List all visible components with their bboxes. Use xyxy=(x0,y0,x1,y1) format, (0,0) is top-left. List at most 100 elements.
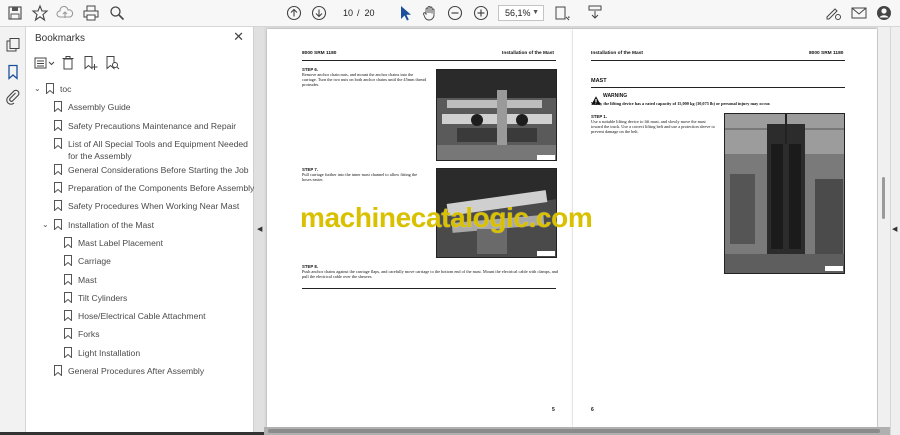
page-number: 5 xyxy=(552,407,555,413)
page-separator: / xyxy=(357,8,360,18)
section-rule xyxy=(591,87,845,88)
attachment-icon[interactable] xyxy=(5,89,21,105)
page-total: 20 xyxy=(364,8,375,18)
bookmark-panel-icon[interactable] xyxy=(5,64,21,80)
step-1-text: Use a suitable lifting device to lift ma… xyxy=(591,119,715,134)
bookmark-label: Hose/Electrical Cable Attachment xyxy=(78,311,206,321)
step-8-text: Push anchor chains against the carriage … xyxy=(302,269,558,279)
vertical-scroll-thumb[interactable] xyxy=(882,177,885,219)
find-bookmark-icon[interactable] xyxy=(104,55,120,71)
delete-icon[interactable] xyxy=(60,55,76,71)
bookmark-label: Installation of the Mast xyxy=(68,220,154,230)
bookmark-label: List of All Special Tools and Equipment … xyxy=(68,139,248,149)
bookmark-icon xyxy=(64,274,72,285)
warning-text: Verify the lifting device has a rated ca… xyxy=(591,101,771,106)
sign-icon[interactable] xyxy=(824,4,842,22)
section-title: MAST xyxy=(591,78,607,84)
account-icon[interactable] xyxy=(875,4,893,22)
print-icon[interactable] xyxy=(82,4,100,22)
hand-icon[interactable] xyxy=(421,4,439,22)
bookmark-icon xyxy=(54,164,62,175)
bookmark-label: Light Installation xyxy=(78,348,141,358)
bookmark-label: General Considerations Before Starting t… xyxy=(68,165,249,175)
step-7: STEP 7. Pull carriage further into the i… xyxy=(302,167,427,182)
collapse-panel-icon[interactable]: ◀ xyxy=(257,225,262,233)
close-icon[interactable]: ✕ xyxy=(233,30,244,45)
bookmark-icon xyxy=(54,101,62,112)
pages-thumbnails-icon[interactable] xyxy=(5,37,21,53)
bookmark-icon xyxy=(54,138,62,149)
footer-rule xyxy=(302,288,556,289)
step-1: STEP 1. Use a suitable lifting device to… xyxy=(591,114,715,134)
bookmark-icon xyxy=(64,292,72,303)
zoom-in-icon[interactable] xyxy=(472,4,490,22)
bookmark-icon xyxy=(64,255,72,266)
page-header-right: 8000 SRM 1180 xyxy=(809,51,844,56)
bookmark-label: Assembly Guide xyxy=(68,102,131,112)
bookmark-label: General Procedures After Assembly xyxy=(68,366,205,376)
page-number-input[interactable]: 10 xyxy=(337,5,359,21)
step-8: STEP 8. Push anchor chains against the c… xyxy=(302,264,558,279)
page-number: 6 xyxy=(591,407,594,413)
zoom-out-icon[interactable] xyxy=(446,4,464,22)
bookmark-label: Carriage xyxy=(78,256,111,266)
bookmark-label: Safety Procedures When Working Near Mast xyxy=(68,201,240,211)
page-header-left: Installation of the Mast xyxy=(591,51,643,56)
bookmark-label: Tilt Cylinders xyxy=(78,293,128,303)
select-cursor-icon[interactable] xyxy=(396,4,414,22)
bookmark-label: Safety Precautions Maintenance and Repai… xyxy=(68,121,237,131)
save-icon[interactable] xyxy=(6,4,24,22)
cloud-upload-icon[interactable] xyxy=(56,4,74,22)
page-count: / 20 xyxy=(357,5,375,21)
expand-right-panel-icon[interactable]: ◀ xyxy=(892,225,897,233)
panel-title: Bookmarks xyxy=(35,33,86,44)
page-header-left: 8000 SRM 1180 xyxy=(302,51,337,56)
bookmark-icon xyxy=(64,310,72,321)
bookmarks-panel: Bookmarks ✕ ⌄ toc Assembly Guide Safety … xyxy=(26,27,254,435)
bookmark-icon xyxy=(54,182,62,193)
left-rail xyxy=(0,27,26,435)
chevron-down-icon[interactable]: ⌄ xyxy=(34,83,41,95)
new-bookmark-icon[interactable] xyxy=(82,55,98,71)
header-rule xyxy=(302,60,556,61)
bookmark-label: Mast Label Placement xyxy=(78,238,164,248)
step-6-text: Remove anchor chain nuts, and mount the … xyxy=(302,72,427,87)
bookmark-icon xyxy=(54,365,62,376)
bookmark-label: toc xyxy=(60,84,72,94)
bookmark-icon xyxy=(54,120,62,131)
bookmark-label: Forks xyxy=(78,329,100,339)
bookmark-label: Preparation of the Components Before Ass… xyxy=(68,183,255,193)
mail-icon[interactable] xyxy=(850,4,868,22)
bookmark-icon xyxy=(64,237,72,248)
page-header-right: Installation of the Mast xyxy=(502,51,554,56)
warning-icon xyxy=(591,92,601,105)
page-down-icon[interactable] xyxy=(310,4,328,22)
bookmark-icon xyxy=(64,347,72,358)
horizontal-scroll-thumb[interactable] xyxy=(268,429,880,433)
vertical-scrollbar[interactable] xyxy=(878,27,890,427)
header-rule xyxy=(591,60,845,61)
step-7-text: Pull carriage further into the inner mas… xyxy=(302,172,418,182)
toolbar: 10 / 20 56,1% ▼ xyxy=(0,0,900,27)
zoom-select[interactable]: 56,1% ▼ xyxy=(498,5,544,21)
step-6: STEP 6. Remove anchor chain nuts, and mo… xyxy=(302,67,427,87)
page-right: Installation of the Mast 8000 SRM 1180 M… xyxy=(573,29,877,427)
chevron-down-icon[interactable]: ⌄ xyxy=(42,219,49,231)
options-menu-icon[interactable] xyxy=(34,55,56,71)
watermark: machinecatalogic.com xyxy=(300,202,593,233)
photo-anchor-chains xyxy=(436,69,557,161)
zoom-value: 56,1% xyxy=(505,8,531,18)
star-icon[interactable] xyxy=(31,4,49,22)
chevron-down-icon: ▼ xyxy=(532,9,539,16)
bookmark-icon xyxy=(54,200,62,211)
bookmark-icon xyxy=(64,328,72,339)
fit-page-icon[interactable] xyxy=(553,4,571,22)
scroll-mode-icon[interactable] xyxy=(586,4,604,22)
bookmark-icon xyxy=(46,83,54,94)
search-icon[interactable] xyxy=(108,4,126,22)
page-up-icon[interactable] xyxy=(285,4,303,22)
bookmark-label-line2: for the Assembly xyxy=(68,151,132,161)
bookmark-label: Mast xyxy=(78,275,97,285)
warning-label: WARNING xyxy=(603,93,628,99)
photo-mast-lift xyxy=(724,113,845,274)
